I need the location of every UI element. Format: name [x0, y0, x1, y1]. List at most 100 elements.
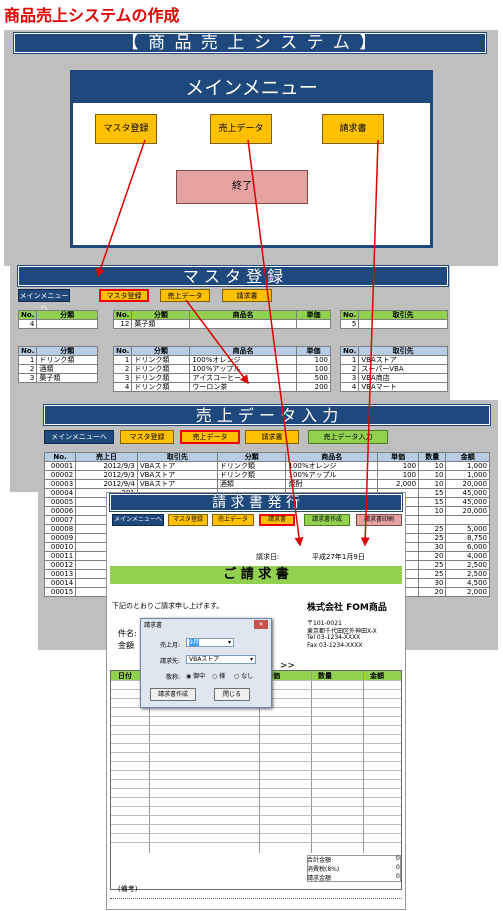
table-row: 2 ドリンク類 100%アップル 100 [112, 364, 331, 374]
table-cell[interactable] [358, 319, 448, 329]
category-input-table: No. 分類 4 [17, 310, 98, 329]
table-cell: 4,000 [445, 551, 490, 561]
grid-line [111, 761, 401, 762]
sales-nav-master[interactable]: マスタ登録 [120, 430, 174, 444]
master-nav-sales[interactable]: 売上データ [160, 289, 210, 302]
col-header: 単価 [376, 452, 420, 462]
dialog-close-button[interactable]: ✕ [254, 620, 268, 629]
master-button[interactable]: マスタ登録 [95, 114, 157, 144]
dialog-customer-select[interactable]: VBAストア ▾ [186, 655, 256, 664]
invoice-company: 株式会社 FOM商品 [307, 603, 387, 613]
table-cell: 45,000 [445, 488, 490, 498]
invoice-nav-sales[interactable]: 売上データ [212, 514, 254, 526]
sales-entry-button[interactable]: 売上データ入力 [308, 430, 388, 444]
invoice-button[interactable]: 請求書 [322, 114, 384, 144]
table-cell: 00005 [43, 497, 77, 507]
dialog-close-text-button[interactable]: 閉じる [214, 688, 250, 701]
grid-line [111, 770, 401, 771]
invoice-greeting: 下記のとおりご請求申し上げます。 [112, 602, 224, 610]
table-cell[interactable]: 12 [112, 319, 133, 329]
table-row: 00002 2012/9/3 VBAストア ドリンク類 100%アップル 100 10 1,0… [43, 470, 490, 480]
category-list-table: No. 分類 1 ドリンク類 2 酒類 3 菓子類 [17, 346, 98, 383]
table-row: 3 VBA商店 [339, 373, 448, 383]
master-nav-main[interactable]: メインメニューへ [18, 289, 70, 312]
radio-none[interactable]: ○ なし [234, 671, 253, 680]
col-header: 分類 [131, 310, 191, 320]
table-cell: 10 [418, 461, 447, 471]
table-cell: ドリンク類 [36, 355, 98, 365]
invoice-create-nav[interactable]: 請求書作成 [304, 514, 350, 526]
dialog-create-button[interactable]: 請求書作成 [150, 688, 196, 701]
table-cell: ドリンク類 [131, 355, 191, 365]
grid-line [111, 779, 401, 780]
master-nav-invoice[interactable]: 請求書 [222, 289, 272, 302]
table-cell: 10 [418, 470, 447, 480]
table-cell[interactable] [189, 319, 297, 329]
sales-nav-sales[interactable]: 売上データ [180, 430, 240, 444]
grid-line [111, 752, 401, 753]
table-cell: ドリンク類 [131, 382, 191, 392]
table-cell: 3 [17, 373, 38, 383]
grid-line [111, 842, 401, 843]
dialog-customer-label: 請求先: [160, 658, 181, 665]
main-menu-banner: 【 商 品 売 上 シ ス テ ム 】 [13, 32, 487, 54]
table-cell: 1 [112, 355, 133, 365]
invoice-nav-main[interactable]: メインメニューへ [112, 514, 164, 526]
invoice-billed-value: 0 [396, 873, 400, 880]
table-cell[interactable] [36, 319, 98, 329]
sales-nav-main[interactable]: メインメニューへ [44, 430, 114, 444]
master-banner: マ ス タ 登 録 [17, 265, 449, 287]
table-cell: 00015 [43, 587, 77, 597]
col-header: No. [112, 310, 133, 320]
table-cell: 菓子類 [36, 373, 98, 383]
table-cell: 3 [112, 373, 133, 383]
table-cell: VBAストア [358, 355, 448, 365]
table-cell: 2 [112, 364, 133, 374]
table-cell: 3 [339, 373, 360, 383]
col-header: 取引先 [136, 452, 218, 462]
col-header: 分類 [216, 452, 287, 462]
invoice-remarks-line [110, 898, 402, 899]
table-cell [418, 515, 447, 525]
exit-button[interactable]: 終了 [176, 170, 308, 204]
table-cell: ウーロン茶 [189, 382, 297, 392]
table-cell: 30 [418, 542, 447, 552]
col-header: 商品名 [189, 310, 297, 320]
table-cell [445, 515, 490, 525]
table-cell: 2,500 [445, 569, 490, 579]
col-header: 商品名 [189, 346, 297, 356]
col-header: 取引先 [358, 310, 448, 320]
table-cell: 4 [339, 382, 360, 392]
chevron-down-icon: ▾ [227, 639, 231, 646]
table-cell: アイスコーヒー [189, 373, 297, 383]
main-menu-title: メインメニュー [73, 73, 430, 103]
invoice-print-nav[interactable]: 請求書印刷 [356, 514, 402, 526]
invoice-nav-invoice[interactable]: 請求書 [259, 514, 295, 526]
invoice-nav-master[interactable]: マスタ登録 [168, 514, 208, 526]
sales-nav-invoice[interactable]: 請求書 [245, 430, 299, 444]
table-cell[interactable]: 4 [17, 319, 38, 329]
dialog-month-select[interactable]: 9月 ▾ [186, 638, 234, 647]
grid-line [111, 797, 401, 798]
master-nav-master[interactable]: マスタ登録 [99, 289, 149, 302]
table-row: 00001 2012/9/3 VBAストア ドリンク類 100%オレンジ 100 10 1,0… [43, 461, 490, 471]
radio-sama[interactable]: ○ 様 [212, 671, 225, 680]
grid-line [111, 806, 401, 807]
table-cell[interactable]: 菓子類 [131, 319, 191, 329]
table-cell: 1,000 [445, 470, 490, 480]
table-cell: VBAマート [358, 382, 448, 392]
grid-line [111, 824, 401, 825]
sales-data-button[interactable]: 売上データ [210, 114, 272, 144]
col-header: 単価 [296, 310, 331, 320]
table-cell: 10 [418, 479, 447, 489]
invoice-remarks-label: (備考) [118, 885, 138, 893]
radio-onchu[interactable]: ◉ 御中 [186, 671, 205, 680]
table-cell: VBAストア [136, 479, 218, 489]
customer-list-table: No. 取引先 1 VBAストア 2 スーパーVBA 3 VBA商店 4 VBAマート [339, 346, 448, 392]
table-cell: 焼酎 [285, 479, 378, 489]
sales-banner: 売 上 デ ー タ 入 力 [43, 404, 491, 426]
table-cell[interactable] [296, 319, 331, 329]
table-cell[interactable]: 5 [339, 319, 360, 329]
col-header: 分類 [36, 346, 98, 356]
grid-line [111, 815, 401, 816]
